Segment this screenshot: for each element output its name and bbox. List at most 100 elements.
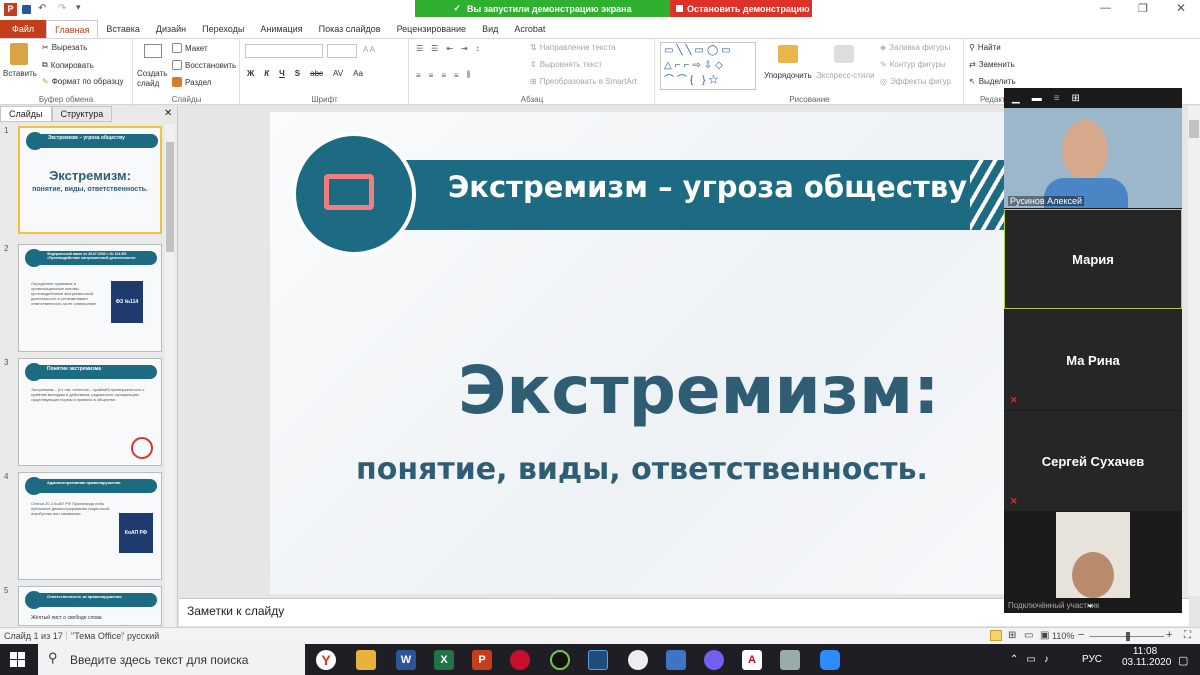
tab-insert[interactable]: Вставка	[98, 20, 147, 38]
shape-effects-button[interactable]: ◎ Эффекты фигур	[880, 77, 951, 86]
participant-tile[interactable]: Мария	[1004, 209, 1182, 309]
indent-icon[interactable]: ⇥	[461, 44, 468, 53]
bold-button[interactable]: Ж	[247, 69, 254, 78]
format-painter-button[interactable]: ✎ Формат по образцу	[42, 77, 123, 86]
numbering-icon[interactable]: ☰	[431, 44, 438, 53]
strip-view-icon[interactable]: ▬	[1032, 93, 1042, 104]
save-app-icon[interactable]	[666, 650, 686, 670]
replace-button[interactable]: ⇄ Заменить	[969, 60, 1015, 69]
align-left-icon[interactable]: ≡	[416, 71, 421, 80]
underline-button[interactable]: Ч	[279, 69, 285, 78]
participant-tile-video[interactable]: Русинов Алексей	[1004, 108, 1182, 208]
tab-acrobat[interactable]: Acrobat	[506, 20, 553, 38]
minimize-icon[interactable]: —	[1100, 2, 1111, 14]
sorter-view-icon[interactable]: ⊞	[1008, 630, 1016, 641]
layout-button[interactable]: Макет	[172, 43, 208, 53]
tab-transitions[interactable]: Переходы	[194, 20, 252, 38]
powerpoint-icon[interactable]: P	[472, 650, 492, 670]
smartart-button[interactable]: ⊞ Преобразовать в SmartArt	[530, 77, 637, 86]
align-right-icon[interactable]: ≡	[441, 71, 446, 80]
line-spacing-icon[interactable]: ↕	[476, 44, 480, 53]
save-icon[interactable]	[22, 5, 31, 14]
tab-slideshow[interactable]: Показ слайдов	[311, 20, 389, 38]
undo-icon[interactable]: ↶	[38, 3, 46, 14]
zoom-app-icon[interactable]	[820, 650, 840, 670]
zoom-slider[interactable]	[1090, 632, 1164, 641]
shadow-button[interactable]: S	[295, 69, 300, 78]
network-icon[interactable]: ▭	[1026, 654, 1035, 665]
cut-button[interactable]: ✂ Вырезать	[42, 43, 87, 52]
redo-icon[interactable]: ↷	[58, 3, 66, 14]
file-explorer-icon[interactable]	[356, 650, 376, 670]
close-panel-icon[interactable]: ✕	[164, 108, 172, 119]
volume-icon[interactable]: ♪	[1044, 654, 1049, 665]
tray-up-icon[interactable]: ⌃	[1010, 654, 1018, 665]
taskbar-search[interactable]: ⚲ Введите здесь текст для поиска	[38, 644, 305, 675]
tab-slides[interactable]: Слайды	[0, 106, 52, 122]
strikethrough-button[interactable]: abc	[310, 69, 323, 78]
speaker-view-icon[interactable]: ≡	[1054, 93, 1060, 104]
participant-tile[interactable]: Ма Рина ✕	[1004, 310, 1182, 410]
bullets-icon[interactable]: ☰	[416, 44, 423, 53]
tab-review[interactable]: Рецензирование	[389, 20, 475, 38]
scanner-app-icon[interactable]	[780, 650, 800, 670]
panel-scrollbar[interactable]	[165, 124, 175, 628]
select-button[interactable]: ↖ Выделить	[969, 77, 1016, 86]
viber-icon[interactable]	[704, 650, 724, 670]
justify-icon[interactable]: ≡	[454, 71, 459, 80]
tab-animations[interactable]: Анимация	[252, 20, 310, 38]
section-button[interactable]: Раздел	[172, 77, 211, 87]
red-app-icon[interactable]	[510, 650, 530, 670]
tab-view[interactable]: Вид	[474, 20, 506, 38]
tab-file[interactable]: Файл	[0, 20, 47, 38]
copy-button[interactable]: ⧉ Копировать	[42, 60, 94, 70]
green-app-icon[interactable]	[550, 650, 570, 670]
new-slide-button[interactable]: Создать слайд	[137, 69, 173, 89]
scroll-thumb[interactable]	[1189, 120, 1199, 138]
notifications-icon[interactable]: ▢	[1178, 654, 1188, 667]
font-size-dropdown[interactable]	[327, 44, 357, 58]
slide-scrollbar[interactable]	[1188, 106, 1200, 596]
slideshow-view-icon[interactable]: ▣	[1040, 630, 1049, 641]
close-icon[interactable]: ✕	[1176, 1, 1186, 15]
panel-scroll-thumb[interactable]	[166, 142, 174, 252]
italic-button[interactable]: К	[264, 69, 269, 78]
spacing-button[interactable]: AV	[333, 69, 343, 78]
tab-outline[interactable]: Структура	[51, 106, 113, 122]
paste-button[interactable]: Вставить	[3, 69, 37, 78]
shapes-gallery[interactable]: ▭╲╲▭◯▭ △⌐⌐⇨⇩◇ ⌒⌒{ }☆	[660, 42, 756, 90]
reading-view-icon[interactable]: ▭	[1024, 630, 1033, 641]
acrobat-icon[interactable]: A	[742, 650, 762, 670]
customize-icon[interactable]: ▾	[76, 2, 81, 13]
current-slide[interactable]: Экстремизм – угроза обществу Экстремизм:…	[270, 112, 1010, 594]
blue-app-icon[interactable]	[588, 650, 608, 670]
scroll-down-icon[interactable]: ⌄	[1086, 599, 1094, 610]
word-icon[interactable]: W	[396, 650, 416, 670]
fit-slide-icon[interactable]: ⛶	[1184, 630, 1191, 641]
grow-font-button[interactable]: A A	[363, 45, 375, 54]
arrange-button[interactable]: Упорядочить	[764, 71, 812, 80]
reset-button[interactable]: Восстановить	[172, 60, 236, 70]
outdent-icon[interactable]: ⇤	[446, 44, 453, 53]
zoom-slider-thumb[interactable]	[1126, 632, 1130, 641]
maximize-icon[interactable]: ❐	[1138, 2, 1148, 15]
tab-home[interactable]: Главная	[46, 20, 99, 38]
quick-styles-button[interactable]: Экспресс-стили	[816, 71, 875, 80]
change-case-button[interactable]: Aa	[353, 69, 363, 78]
zoom-level[interactable]: 110%	[1052, 631, 1074, 641]
clock[interactable]: 11:08 03.11.2020	[1122, 646, 1171, 668]
normal-view-icon[interactable]	[990, 630, 1002, 641]
excel-icon[interactable]: X	[434, 650, 454, 670]
input-language[interactable]: РУС	[1082, 654, 1102, 665]
columns-icon[interactable]: ⫼	[467, 70, 471, 80]
clock-app-icon[interactable]	[628, 650, 648, 670]
participant-tile-video[interactable]: Подключённый участник ⌄	[1004, 512, 1182, 612]
text-direction-button[interactable]: ⇅ Направление текста	[530, 43, 616, 52]
zoom-out-icon[interactable]: −	[1078, 629, 1084, 641]
windows-start-icon[interactable]	[10, 652, 25, 667]
yandex-browser-icon[interactable]: Y	[316, 650, 336, 670]
align-text-button[interactable]: ⇕ Выровнять текст	[530, 60, 602, 69]
tab-design[interactable]: Дизайн	[148, 20, 194, 38]
align-center-icon[interactable]: ≡	[429, 71, 434, 80]
shape-fill-button[interactable]: ◈ Заливка фигуры	[880, 43, 950, 52]
